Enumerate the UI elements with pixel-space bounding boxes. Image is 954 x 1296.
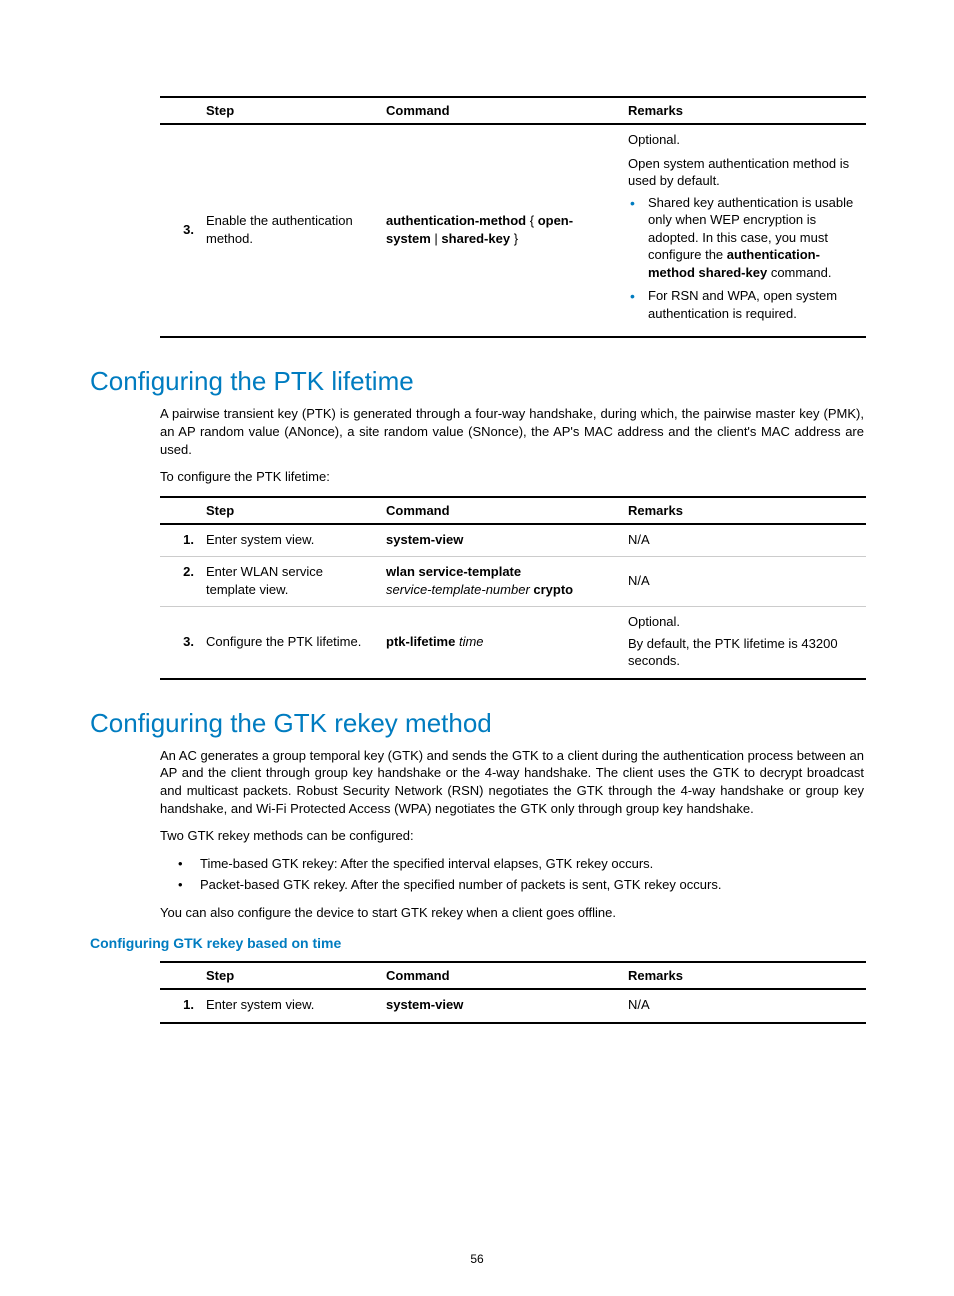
th-command: Command <box>380 962 622 989</box>
step-text: Enter WLAN service template view. <box>200 557 380 607</box>
remarks-cell: Optional. By default, the PTK lifetime i… <box>622 607 866 679</box>
th-remarks: Remarks <box>622 97 866 124</box>
heading-ptk-lifetime: Configuring the PTK lifetime <box>90 366 864 397</box>
remarks-cell: Optional. Open system authentication met… <box>622 124 866 337</box>
step-text: Configure the PTK lifetime. <box>200 607 380 679</box>
subheading-gtk-time: Configuring GTK rekey based on time <box>90 935 864 951</box>
th-step: Step <box>200 962 380 989</box>
th-command: Command <box>380 497 622 524</box>
table-row: 2. Enter WLAN service template view. wla… <box>160 557 866 607</box>
step-number: 2. <box>160 557 200 607</box>
page: Step Command Remarks 3. Enable the authe… <box>0 0 954 1296</box>
bullet-list: Time-based GTK rekey: After the specifie… <box>178 855 864 894</box>
gtk-time-table: Step Command Remarks 1. Enter system vie… <box>160 961 866 1024</box>
page-number: 56 <box>0 1252 954 1266</box>
table-row: 1. Enter system view. system-view N/A <box>160 989 866 1023</box>
list-item: Time-based GTK rekey: After the specifie… <box>178 855 864 873</box>
step-number: 3. <box>160 124 200 337</box>
step-text: Enter system view. <box>200 524 380 557</box>
th-step: Step <box>200 497 380 524</box>
step-number: 1. <box>160 524 200 557</box>
paragraph: An AC generates a group temporal key (GT… <box>160 747 864 817</box>
auth-method-table: Step Command Remarks 3. Enable the authe… <box>160 96 866 338</box>
remarks-cell: N/A <box>622 524 866 557</box>
step-number: 3. <box>160 607 200 679</box>
command-text: system-view <box>380 524 622 557</box>
command-text: system-view <box>380 989 622 1023</box>
remarks-cell: N/A <box>622 989 866 1023</box>
th-remarks: Remarks <box>622 962 866 989</box>
command-text: authentication-method { open-system | sh… <box>380 124 622 337</box>
th-remarks: Remarks <box>622 497 866 524</box>
command-text: wlan service-template service-template-n… <box>380 557 622 607</box>
ptk-lifetime-table: Step Command Remarks 1. Enter system vie… <box>160 496 866 680</box>
remarks-bullet: For RSN and WPA, open system authenticat… <box>628 287 860 322</box>
step-text: Enable the authentication method. <box>200 124 380 337</box>
th-command: Command <box>380 97 622 124</box>
table-row: 3. Configure the PTK lifetime. ptk-lifet… <box>160 607 866 679</box>
paragraph: Two GTK rekey methods can be configured: <box>160 827 864 845</box>
command-text: ptk-lifetime time <box>380 607 622 679</box>
list-item: Packet-based GTK rekey. After the specif… <box>178 876 864 894</box>
paragraph: A pairwise transient key (PTK) is genera… <box>160 405 864 458</box>
th-step: Step <box>200 97 380 124</box>
step-number: 1. <box>160 989 200 1023</box>
step-text: Enter system view. <box>200 989 380 1023</box>
paragraph: You can also configure the device to sta… <box>160 904 864 922</box>
heading-gtk-rekey: Configuring the GTK rekey method <box>90 708 864 739</box>
paragraph: To configure the PTK lifetime: <box>160 468 864 486</box>
table-row: 3. Enable the authentication method. aut… <box>160 124 866 337</box>
remarks-bullet: Shared key authentication is usable only… <box>628 194 860 282</box>
table-row: 1. Enter system view. system-view N/A <box>160 524 866 557</box>
remarks-cell: N/A <box>622 557 866 607</box>
